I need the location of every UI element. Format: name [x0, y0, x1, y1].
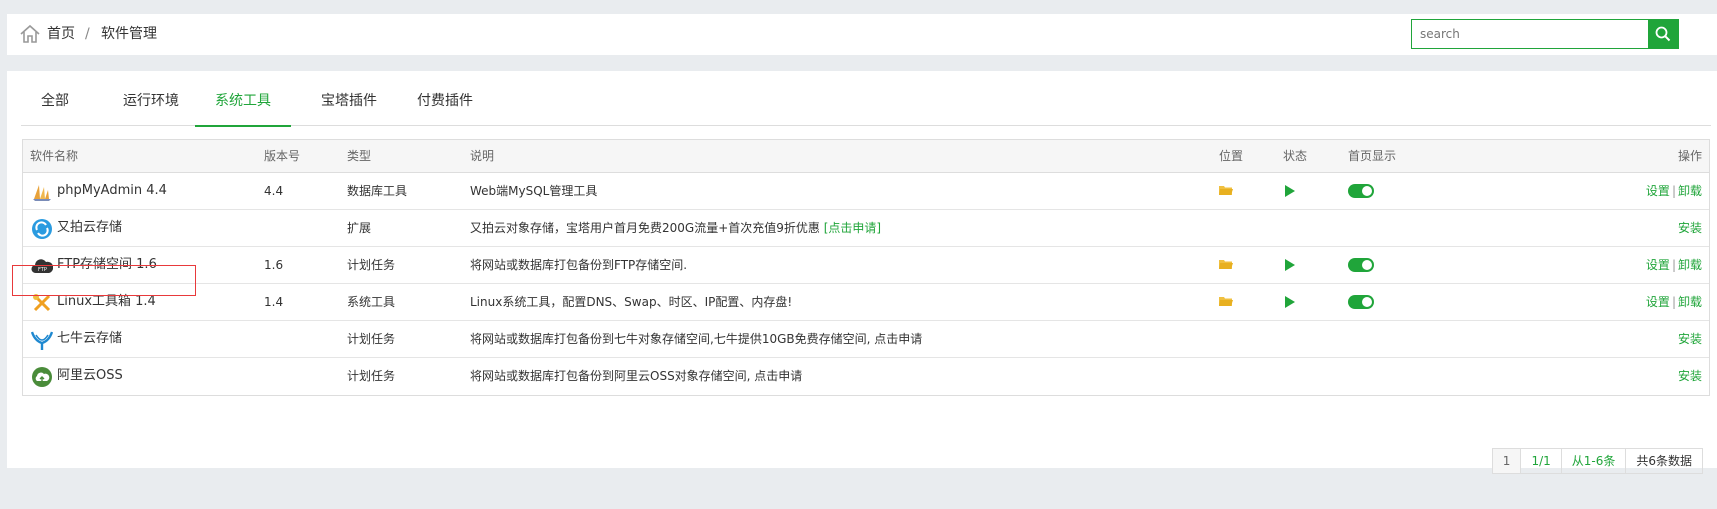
uninstall-link[interactable]: 卸载 — [1678, 184, 1702, 198]
header-home-display: 首页显示 — [1348, 149, 1397, 163]
row-operations: 设置 | 卸载 — [1646, 247, 1702, 283]
page-current[interactable]: 1 — [1492, 449, 1521, 473]
row-operations: 安装 — [1678, 321, 1702, 357]
settings-link[interactable]: 设置 — [1646, 258, 1670, 272]
software-version: 1.6 — [264, 258, 284, 272]
software-name: FTP存储空间 1.6 — [57, 257, 157, 272]
op-separator: | — [1671, 258, 1676, 272]
header-version: 版本号 — [264, 149, 301, 163]
play-icon[interactable] — [1285, 296, 1295, 308]
ftp-icon: FTP — [31, 259, 53, 274]
software-name: 又拍云存储 — [57, 220, 123, 235]
table-row: FTP FTP存储空间 1.6 1.6 计划任务 将网站或数据库打包备份到FTP… — [23, 247, 1709, 284]
software-type: 扩展 — [347, 221, 372, 235]
breadcrumb-home[interactable]: 首页 — [47, 14, 75, 55]
tab-bar: 全部 运行环境 系统工具 宝塔插件 付费插件 — [21, 71, 1711, 127]
search-icon — [1655, 26, 1671, 42]
page-total: 共6条数据 — [1625, 449, 1702, 473]
top-bar: 首页 / 软件管理 — [7, 14, 1717, 55]
tab-paid-plugins[interactable]: 付费插件 — [397, 71, 493, 126]
software-type: 系统工具 — [347, 295, 396, 309]
uninstall-link[interactable]: 卸载 — [1678, 295, 1702, 309]
install-link[interactable]: 安装 — [1678, 221, 1702, 235]
row-operations: 设置 | 卸载 — [1646, 284, 1702, 320]
header-location: 位置 — [1219, 149, 1244, 163]
home-display-toggle[interactable] — [1348, 295, 1374, 309]
phpmyadmin-icon — [33, 185, 51, 201]
folder-icon[interactable] — [1219, 185, 1233, 196]
folder-icon[interactable] — [1219, 259, 1233, 270]
software-desc: 将网站或数据库打包备份到阿里云OSS对象存储空间, 点击申请 — [470, 369, 803, 383]
install-link[interactable]: 安装 — [1678, 332, 1702, 346]
software-type: 计划任务 — [347, 332, 396, 346]
tab-bt-plugins[interactable]: 宝塔插件 — [301, 71, 397, 126]
software-type: 计划任务 — [347, 258, 396, 272]
play-icon[interactable] — [1285, 185, 1295, 197]
header-name: 软件名称 — [30, 149, 79, 163]
software-version: 1.4 — [264, 295, 284, 309]
search-input[interactable] — [1412, 20, 1650, 48]
software-version: 4.4 — [264, 184, 284, 198]
software-panel: 全部 运行环境 系统工具 宝塔插件 付费插件 软件名称 版本号 类型 说明 位置… — [7, 71, 1717, 474]
play-icon[interactable] — [1285, 259, 1295, 271]
tab-runtime[interactable]: 运行环境 — [103, 71, 199, 126]
table-row: Linux工具箱 1.4 1.4 系统工具 Linux系统工具，配置DNS、Sw… — [23, 284, 1709, 321]
header-state: 状态 — [1283, 149, 1308, 163]
software-desc: 将网站或数据库打包备份到FTP存储空间. — [470, 258, 688, 272]
search-button[interactable] — [1648, 20, 1678, 48]
row-operations: 安装 — [1678, 358, 1702, 394]
software-name: phpMyAdmin 4.4 — [57, 183, 167, 198]
home-icon[interactable] — [19, 24, 41, 44]
software-name: 阿里云OSS — [57, 368, 123, 383]
header-type: 类型 — [347, 149, 372, 163]
table-header: 软件名称 版本号 类型 说明 位置 状态 首页显示 操作 — [23, 140, 1709, 173]
page-count: 1/1 — [1520, 449, 1560, 473]
tab-all[interactable]: 全部 — [21, 71, 89, 126]
software-type: 数据库工具 — [347, 184, 408, 198]
qiniu-icon — [31, 331, 53, 350]
home-display-toggle[interactable] — [1348, 258, 1374, 272]
breadcrumb-separator: / — [85, 26, 90, 42]
header-operations: 操作 — [1677, 149, 1702, 163]
settings-link[interactable]: 设置 — [1646, 295, 1670, 309]
op-separator: | — [1671, 295, 1676, 309]
aliyun-oss-icon — [32, 367, 52, 387]
home-display-toggle[interactable] — [1348, 184, 1374, 198]
breadcrumb-current: 软件管理 — [101, 26, 157, 42]
software-desc: 又拍云对象存储，宝塔用户首月免费200G流量+首次充值9折优惠 [点击申请] — [470, 210, 881, 246]
apply-link[interactable]: [点击申请] — [824, 221, 881, 235]
uninstall-link[interactable]: 卸载 — [1678, 258, 1702, 272]
pagination: 1 1/1 从1-6条 共6条数据 — [1491, 448, 1703, 474]
software-table: 软件名称 版本号 类型 说明 位置 状态 首页显示 操作 phpMyAdmin … — [22, 139, 1710, 396]
software-desc: Web端MySQL管理工具 — [470, 184, 598, 198]
header-desc: 说明 — [470, 149, 495, 163]
row-operations: 设置 | 卸载 — [1646, 173, 1702, 209]
table-row: 七牛云存储 计划任务 将网站或数据库打包备份到七牛对象存储空间,七牛提供10GB… — [23, 321, 1709, 358]
tab-system-tools[interactable]: 系统工具 — [195, 71, 291, 127]
desc-text: 又拍云对象存储，宝塔用户首月免费200G流量+首次充值9折优惠 — [470, 221, 824, 235]
software-name: Linux工具箱 1.4 — [57, 294, 156, 309]
upyun-icon — [32, 219, 52, 239]
software-desc: 将网站或数据库打包备份到七牛对象存储空间,七牛提供10GB免费存储空间, 点击申… — [470, 332, 923, 346]
op-separator: | — [1671, 184, 1676, 198]
table-row: phpMyAdmin 4.4 4.4 数据库工具 Web端MySQL管理工具 设… — [23, 173, 1709, 210]
page-range: 从1-6条 — [1560, 449, 1626, 473]
row-operations: 安装 — [1678, 210, 1702, 246]
settings-link[interactable]: 设置 — [1646, 184, 1670, 198]
svg-text:FTP: FTP — [38, 267, 47, 273]
table-row: 阿里云OSS 计划任务 将网站或数据库打包备份到阿里云OSS对象存储空间, 点击… — [23, 358, 1709, 395]
folder-icon[interactable] — [1219, 296, 1233, 307]
software-type: 计划任务 — [347, 369, 396, 383]
software-desc: Linux系统工具，配置DNS、Swap、时区、IP配置、内存盘! — [470, 295, 793, 309]
linux-toolbox-icon — [33, 294, 51, 312]
search-box — [1411, 19, 1679, 49]
table-row: 又拍云存储 扩展 又拍云对象存储，宝塔用户首月免费200G流量+首次充值9折优惠… — [23, 210, 1709, 247]
install-link[interactable]: 安装 — [1678, 369, 1702, 383]
software-name: 七牛云存储 — [57, 331, 123, 346]
